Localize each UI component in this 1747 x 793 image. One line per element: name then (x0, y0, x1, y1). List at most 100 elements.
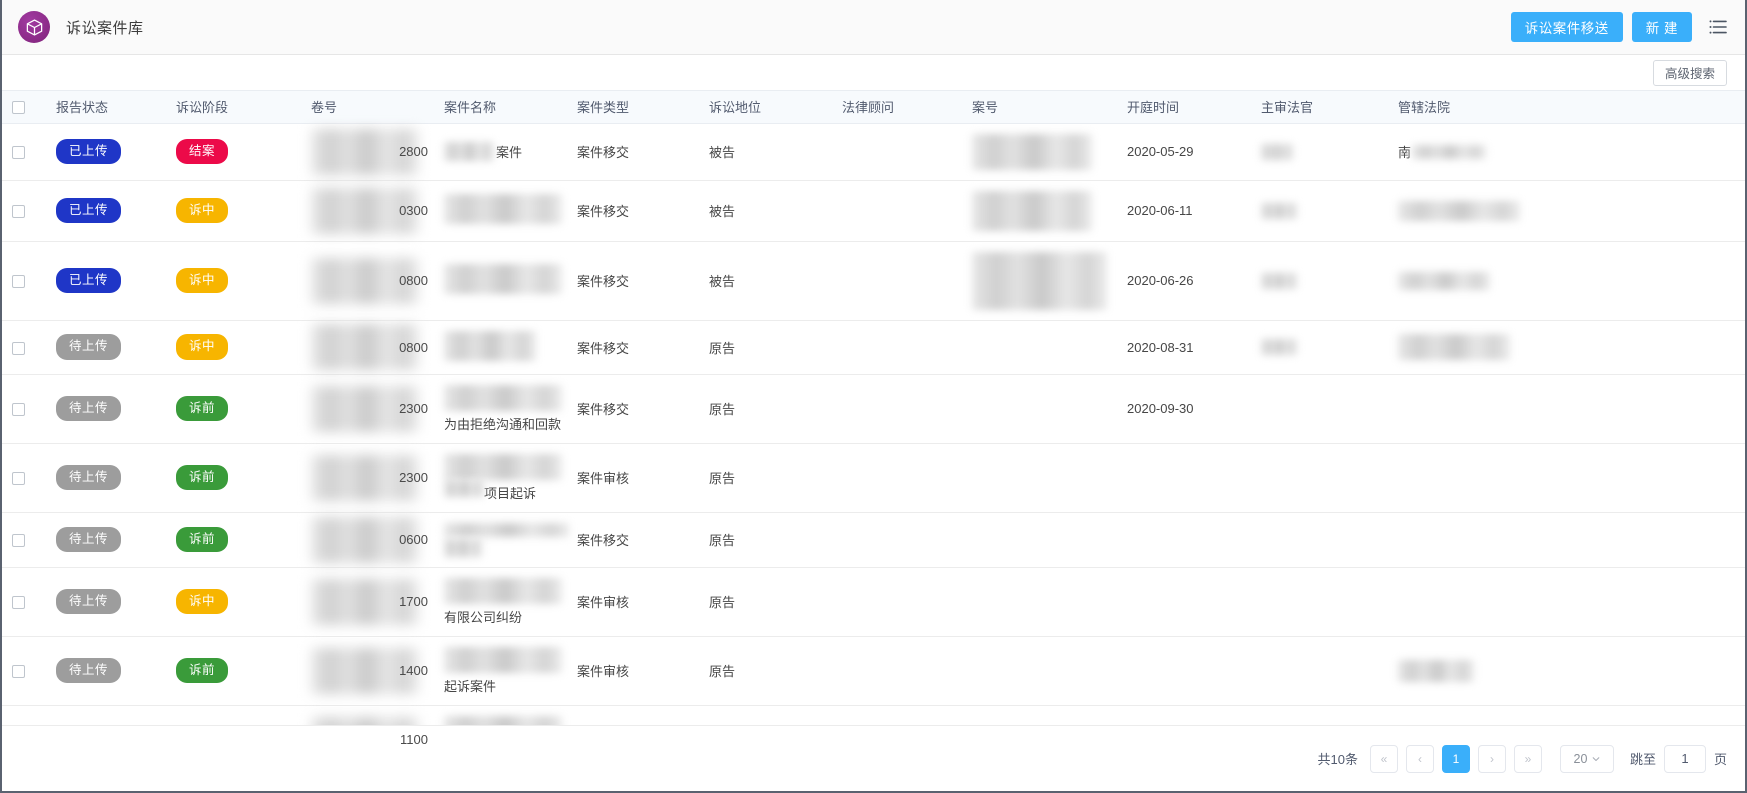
column-header-case-no[interactable]: 案号 (962, 91, 1117, 124)
volume-no-cell: 0600 (301, 512, 434, 568)
case-type-cell: 案件审核 (567, 567, 699, 637)
case-no-cell (962, 636, 1117, 706)
advanced-search-button[interactable]: 高级搜索 (1652, 59, 1727, 86)
table-row[interactable]: 待上传 诉中 0800 案件移交 原告 2020-08-31 (2, 320, 1745, 375)
case-table-container: 报告状态 诉讼阶段 卷号 案件名称 案件类型 诉讼地位 法律顾问 案号 开庭时间… (2, 90, 1745, 775)
litigation-position-cell: 原告 (699, 512, 832, 568)
stage-badge: 诉中 (176, 588, 229, 615)
case-name-cell (434, 512, 569, 568)
case-name-cell: 有限公司纠纷 (434, 567, 567, 637)
hearing-date-cell (1117, 443, 1251, 513)
table-row[interactable]: 待上传 诉前 2300 项目起诉 案件审核 原告 (2, 443, 1745, 513)
case-name-text: 案件 (496, 145, 523, 160)
court-cell (1388, 443, 1745, 513)
total-count-label: 共10条 (1317, 752, 1358, 767)
volume-no-text: 2800 (399, 144, 428, 159)
column-header-stage[interactable]: 诉讼阶段 (166, 91, 301, 124)
court-cell (1388, 636, 1745, 706)
next-page-button[interactable]: › (1477, 744, 1506, 773)
volume-no-cell: 2800 (301, 123, 434, 181)
column-header-volume-no[interactable]: 卷号 (301, 91, 434, 124)
row-select-cell (2, 180, 46, 242)
case-type-cell: 案件移交 (567, 512, 699, 568)
judge-cell (1251, 567, 1388, 637)
court-cell (1388, 567, 1745, 637)
stage-badge: 诉前 (176, 526, 229, 553)
row-checkbox[interactable] (12, 596, 25, 610)
status-badge: 待上传 (56, 464, 122, 491)
column-header-case-name[interactable]: 案件名称 (434, 91, 567, 124)
case-type-cell: 案件审核 (567, 636, 699, 706)
page-size-value: 20 (1573, 751, 1588, 766)
judge-cell (1251, 512, 1388, 568)
prev-page-button[interactable]: ‹ (1405, 744, 1434, 773)
judge-cell (1251, 241, 1388, 321)
column-header-court[interactable]: 管辖法院 (1388, 91, 1745, 124)
judge-cell (1251, 636, 1388, 706)
case-name-text: 起诉案件 (444, 678, 497, 694)
page-size-select[interactable]: 20 (1559, 744, 1614, 773)
column-header-judge[interactable]: 主审法官 (1251, 91, 1388, 124)
judge-cell (1251, 320, 1388, 375)
table-row[interactable]: 待上传 诉前 0600 案件移交 原告 (2, 512, 1745, 568)
stage-cell: 诉中 (166, 241, 301, 321)
stage-badge: 诉前 (176, 657, 229, 684)
page-1-button[interactable]: 1 (1441, 744, 1470, 773)
column-header-position[interactable]: 诉讼地位 (699, 91, 832, 124)
new-button[interactable]: 新 建 (1631, 12, 1692, 42)
jump-page-input[interactable] (1663, 744, 1706, 773)
column-header-legal-counsel[interactable]: 法律顾问 (832, 91, 962, 124)
stage-cell: 诉前 (166, 512, 301, 568)
redacted-block (1261, 202, 1297, 219)
case-transfer-button[interactable]: 诉讼案件移送 (1510, 12, 1623, 42)
legal-counsel-cell (832, 180, 962, 242)
row-checkbox[interactable] (12, 665, 25, 679)
volume-no-cell: 0800 (301, 241, 434, 321)
row-checkbox[interactable] (12, 534, 25, 548)
last-page-button[interactable]: » (1513, 744, 1542, 773)
redacted-block (972, 251, 1107, 310)
redacted-block (1261, 272, 1297, 289)
row-checkbox[interactable] (12, 403, 25, 417)
jump-label: 跳至 (1629, 752, 1656, 767)
column-header-hearing-date[interactable]: 开庭时间 (1117, 91, 1251, 124)
column-header-case-type[interactable]: 案件类型 (567, 91, 699, 124)
litigation-position-cell: 被告 (699, 180, 832, 242)
status-badge: 待上传 (56, 334, 122, 360)
case-name-cell: 案件 (434, 123, 567, 181)
case-name-cell (434, 320, 567, 375)
court-cell (1388, 180, 1745, 242)
select-all-checkbox[interactable] (12, 101, 25, 115)
table-row[interactable]: 待上传 诉前 2300 为由拒绝沟通和回款 案件移交 原告 2020-09-30 (2, 374, 1745, 444)
table-row[interactable]: 待上传 诉前 1400 起诉案件 案件审核 原告 (2, 636, 1745, 706)
redacted-block (444, 538, 482, 557)
row-checkbox[interactable] (12, 146, 25, 160)
litigation-position-cell: 原告 (699, 443, 832, 513)
row-checkbox[interactable] (12, 472, 25, 486)
stage-cell: 诉中 (166, 320, 301, 375)
table-row[interactable]: 已上传 结案 2800 案件 案件移交 被告 2020-05-29 南 (2, 123, 1745, 181)
report-status-cell: 待上传 (46, 374, 166, 444)
toolbar: 高级搜索 (2, 55, 1745, 90)
row-select-cell (2, 374, 46, 444)
row-checkbox[interactable] (12, 275, 25, 289)
table-row[interactable]: 已上传 诉中 0300 案件移交 被告 2020-06-11 (2, 180, 1745, 242)
table-row[interactable]: 待上传 诉中 1700 有限公司纠纷 案件审核 原告 (2, 567, 1745, 637)
volume-no-text: 1700 (399, 594, 428, 609)
legal-counsel-cell (832, 443, 962, 513)
redacted-block (1398, 334, 1510, 360)
row-checkbox[interactable] (12, 341, 25, 355)
first-page-button[interactable]: « (1369, 744, 1398, 773)
case-name-cell (434, 180, 567, 242)
volume-no-cell: 2300 (301, 443, 434, 513)
list-menu-icon[interactable] (1705, 12, 1731, 42)
case-no-cell (962, 123, 1117, 181)
row-checkbox[interactable] (12, 205, 25, 219)
column-header-report-status[interactable]: 报告状态 (46, 91, 166, 124)
court-cell (1388, 320, 1745, 375)
stage-cell: 诉前 (166, 374, 301, 444)
table-row[interactable]: 已上传 诉中 0800 案件移交 被告 2020-06-26 (2, 241, 1745, 321)
litigation-position-cell: 被告 (699, 123, 832, 181)
court-cell (1388, 374, 1745, 444)
stage-cell: 诉中 (166, 567, 301, 637)
